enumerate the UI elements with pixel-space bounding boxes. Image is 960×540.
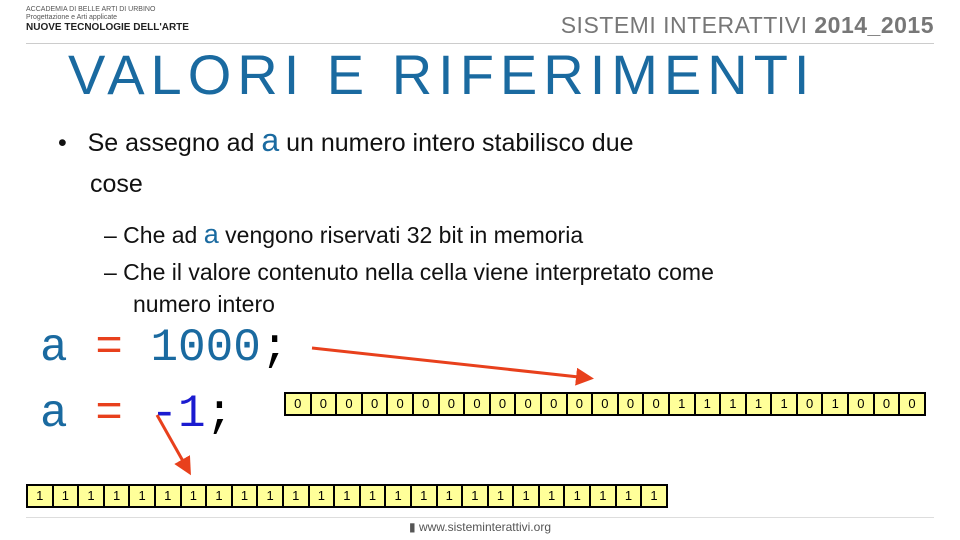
slide: ACCADEMIA DI BELLE ARTI DI URBINO Proget… <box>0 0 960 540</box>
arrow-to-1000-bits <box>311 346 594 386</box>
arrows <box>155 346 594 476</box>
footer-url[interactable]: www.sisteminterattivi.org <box>419 520 551 534</box>
footer-divider <box>26 517 934 518</box>
arrow-to-minus1-bits <box>155 414 191 476</box>
footer: ▮ www.sisteminterattivi.org <box>0 520 960 534</box>
book-icon: ▮ <box>409 520 416 534</box>
